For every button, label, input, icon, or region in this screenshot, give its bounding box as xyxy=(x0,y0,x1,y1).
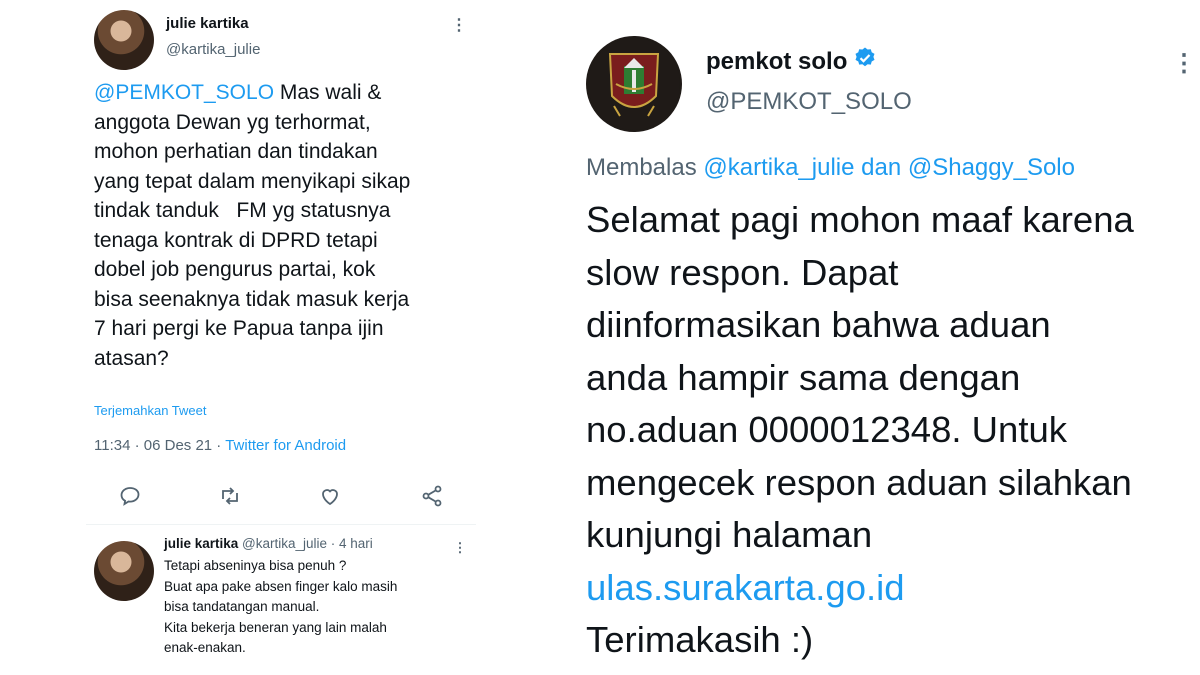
tweet-line: atasan? xyxy=(94,346,169,370)
more-options-icon[interactable]: ⋮ xyxy=(451,16,467,36)
closing-line: Terimakasih :) xyxy=(586,619,814,660)
right-tweet-panel: pemkot solo @PEMKOT_SOLO ⋮ Membalas @kar… xyxy=(568,0,1200,675)
tweet-line: mohon perhatian dan tindakan xyxy=(94,140,378,163)
tweet-line: anda hampir sama dengan xyxy=(586,356,1021,398)
translate-tweet-link[interactable]: Terjemahkan Tweet xyxy=(94,403,207,418)
reply-header: julie kartika @kartika_julie · 4 hari xyxy=(164,536,373,551)
tweet-line: anggota Dewan yg terhormat, xyxy=(94,110,371,134)
author-name[interactable]: pemkot solo xyxy=(706,46,877,77)
tweet-text: @PEMKOT_SOLO Mas wali & anggota Dewan yg… xyxy=(94,78,484,373)
author-name-text[interactable]: pemkot solo xyxy=(706,48,847,75)
tweet-line: tenaga kontrak di DPRD tetapi xyxy=(94,228,378,252)
tweet-line: 7 hari pergi ke Papua tanpa ijin xyxy=(94,317,384,340)
panel-divider xyxy=(560,0,568,675)
reply-more-options-icon[interactable]: ⋮ xyxy=(452,538,468,558)
tweet-line: yang tepat dalam menyikapi sikap xyxy=(94,169,411,193)
author-handle[interactable]: @PEMKOT_SOLO xyxy=(706,88,912,116)
tweet-line: kunjungi halaman xyxy=(586,514,873,555)
reply-author-name[interactable]: julie kartika xyxy=(164,536,238,551)
pemkot-solo-logo[interactable] xyxy=(586,36,682,132)
reply-line: bisa tandatangan manual. xyxy=(164,599,320,614)
tweet-line: bisa seenaknya tidak masuk kerja xyxy=(94,287,410,311)
tweet-line: Mas wali & xyxy=(274,81,382,104)
tweet-text: Selamat pagi mohon maaf karena slow resp… xyxy=(586,194,1196,667)
tweet-line: diinformasikan bahwa aduan xyxy=(586,304,1051,345)
tweet-line: no.aduan 0000012348. Untuk xyxy=(586,409,1068,450)
reply-text: Tetapi abseninya bisa penuh ? Buat apa p… xyxy=(164,556,464,659)
left-tweet-panel: julie kartika @kartika_julie ⋮ @PEMKOT_S… xyxy=(0,0,560,675)
reply-line: enak-enakan. xyxy=(164,640,246,655)
timestamp[interactable]: 11:34 · 06 Des 21 · xyxy=(94,437,225,454)
mention-link[interactable]: @PEMKOT_SOLO xyxy=(94,81,274,104)
tweet-line: slow respon. Dapat xyxy=(586,251,899,293)
replying-prefix: Membalas xyxy=(586,154,704,181)
reply-line: Kita bekerja beneran yang lain malah xyxy=(164,619,387,635)
more-options-icon[interactable]: ⋮ xyxy=(1172,50,1196,78)
retweet-icon[interactable] xyxy=(218,484,246,512)
client-link[interactable]: Twitter for Android xyxy=(225,437,346,454)
reply-line: Tetapi abseninya bisa penuh ? xyxy=(164,558,347,573)
reply-line: Buat apa pake absen finger kalo masih xyxy=(164,578,398,594)
tweet-line: tindak tanduk FM yg statusnya xyxy=(94,199,391,222)
tweet-actions xyxy=(118,484,448,512)
like-icon[interactable] xyxy=(318,484,346,512)
tweet-line: dobel job pengurus partai, kok xyxy=(94,258,376,281)
divider xyxy=(86,524,476,525)
reply-avatar[interactable] xyxy=(94,541,154,601)
reply-author-handle[interactable]: @kartika_julie · 4 hari xyxy=(238,536,373,551)
replying-to: Membalas @kartika_julie dan @Shaggy_Solo xyxy=(586,154,1075,182)
tweet-meta: 11:34 · 06 Des 21 · Twitter for Android xyxy=(94,437,346,454)
tweet-line: mengecek respon aduan silahkan xyxy=(586,461,1132,503)
avatar[interactable] xyxy=(94,10,154,70)
tweet-line: Selamat pagi mohon maaf karena xyxy=(586,199,1134,240)
replying-to-mentions[interactable]: @kartika_julie dan @Shaggy_Solo xyxy=(703,154,1075,181)
reply-icon[interactable] xyxy=(118,484,146,512)
share-icon[interactable] xyxy=(420,484,448,512)
author-name[interactable]: julie kartika xyxy=(166,15,249,32)
ulas-link[interactable]: ulas.surakarta.go.id xyxy=(586,562,1196,615)
verified-badge-icon xyxy=(853,46,877,77)
author-handle[interactable]: @kartika_julie xyxy=(166,41,260,58)
